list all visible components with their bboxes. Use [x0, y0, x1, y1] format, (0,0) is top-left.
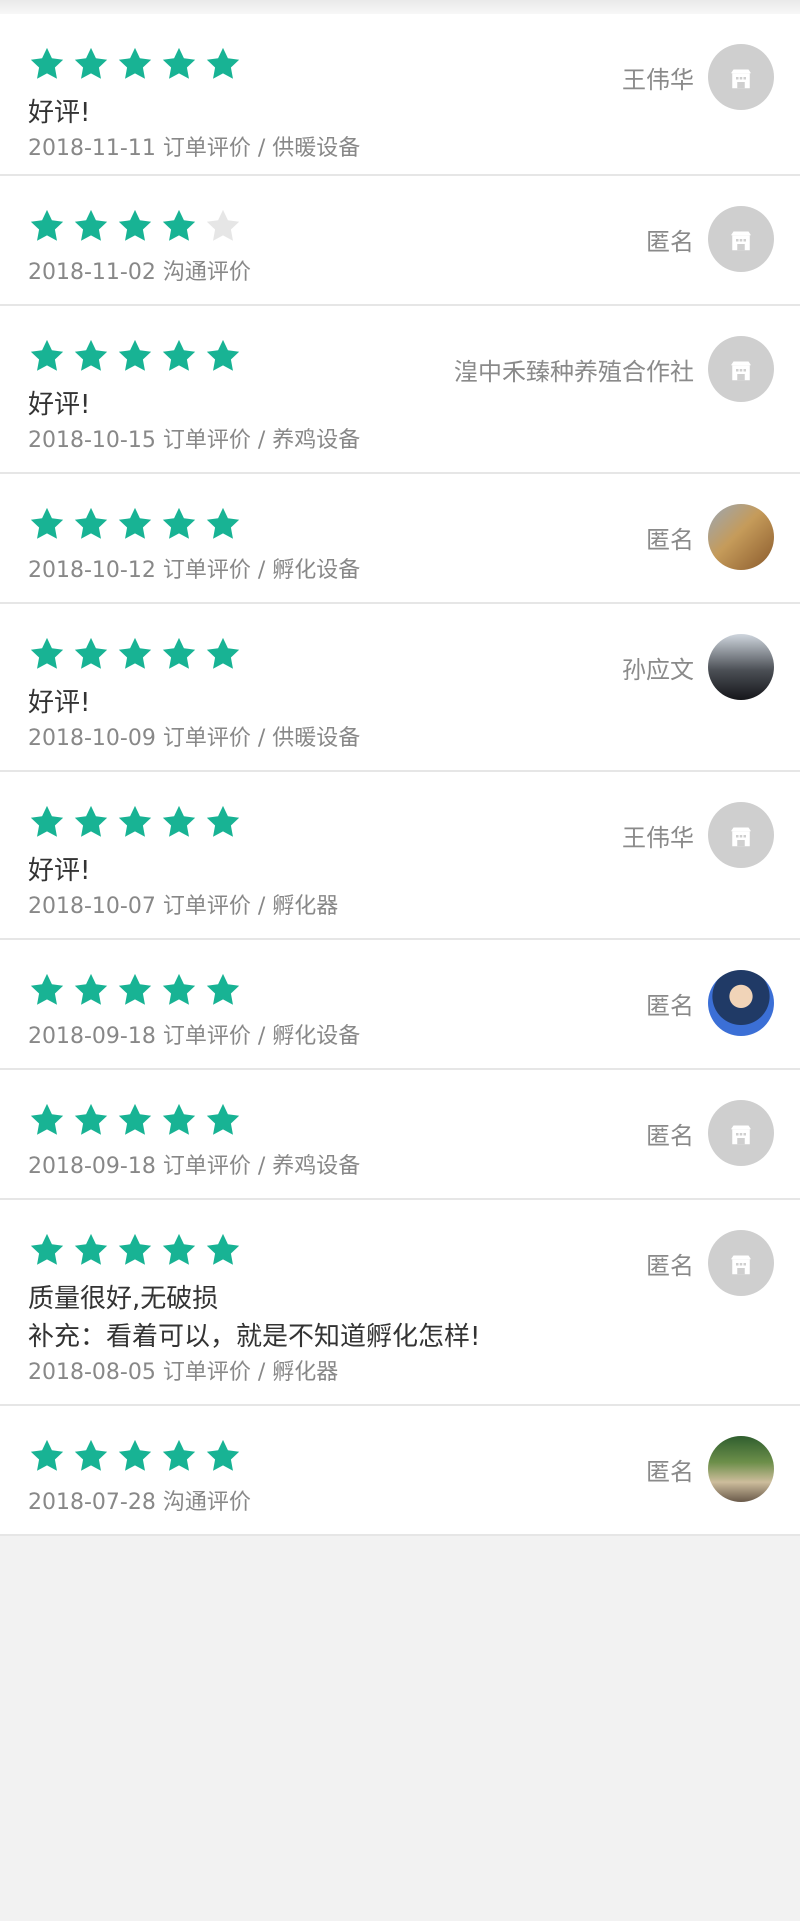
- reviewer-info[interactable]: 匿名: [646, 1436, 774, 1502]
- review-meta: 2018-11-11 订单评价 / 供暖设备: [28, 136, 361, 161]
- star-empty-icon: [204, 207, 242, 245]
- star-filled-icon: [204, 337, 242, 375]
- star-filled-icon: [160, 635, 198, 673]
- star-filled-icon: [28, 803, 66, 841]
- star-filled-icon: [28, 1101, 66, 1139]
- star-filled-icon: [204, 803, 242, 841]
- star-filled-icon: [160, 337, 198, 375]
- reviewer-name[interactable]: 匿名: [646, 986, 694, 1021]
- star-filled-icon: [116, 45, 154, 83]
- star-filled-icon: [72, 635, 110, 673]
- star-filled-icon: [116, 207, 154, 245]
- reviewer-info[interactable]: 匿名: [646, 970, 774, 1036]
- review-item[interactable]: 2018-11-02 沟通评价 匿名: [0, 176, 800, 306]
- star-filled-icon: [72, 1437, 110, 1475]
- placeholder-avatar-icon[interactable]: [708, 1100, 774, 1166]
- star-filled-icon: [204, 1101, 242, 1139]
- avatar[interactable]: [708, 1436, 774, 1502]
- reviewer-name[interactable]: 匿名: [646, 1246, 694, 1281]
- star-filled-icon: [28, 505, 66, 543]
- star-filled-icon: [28, 635, 66, 673]
- star-filled-icon: [72, 1101, 110, 1139]
- review-item[interactable]: 好评! 2018-10-07 订单评价 / 孵化器 王伟华: [0, 772, 800, 940]
- star-filled-icon: [204, 635, 242, 673]
- star-filled-icon: [116, 505, 154, 543]
- star-filled-icon: [72, 803, 110, 841]
- review-item[interactable]: 2018-09-18 订单评价 / 孵化设备 匿名: [0, 940, 800, 1070]
- star-filled-icon: [204, 971, 242, 1009]
- reviewer-name[interactable]: 匿名: [646, 1452, 694, 1487]
- placeholder-avatar-icon[interactable]: [708, 802, 774, 868]
- reviewer-info[interactable]: 孙应文: [622, 634, 774, 700]
- review-list: 好评! 2018-11-11 订单评价 / 供暖设备 王伟华 2018-11-02 沟…: [0, 14, 800, 1536]
- star-filled-icon: [28, 1231, 66, 1269]
- star-filled-icon: [160, 1231, 198, 1269]
- star-filled-icon: [160, 803, 198, 841]
- star-filled-icon: [72, 505, 110, 543]
- reviewer-name[interactable]: 湟中禾臻种养殖合作社: [454, 352, 694, 387]
- reviewer-name[interactable]: 匿名: [646, 1116, 694, 1151]
- review-meta: 2018-08-05 订单评价 / 孵化器: [28, 1360, 339, 1385]
- star-filled-icon: [160, 1101, 198, 1139]
- reviewer-info[interactable]: 王伟华: [622, 802, 774, 868]
- reviewer-name[interactable]: 王伟华: [622, 60, 694, 95]
- reviewer-info[interactable]: 匿名: [646, 206, 774, 272]
- star-filled-icon: [116, 635, 154, 673]
- top-shadow-bar: [0, 0, 800, 14]
- review-meta: 2018-10-07 订单评价 / 孵化器: [28, 894, 339, 919]
- review-item[interactable]: 2018-09-18 订单评价 / 养鸡设备 匿名: [0, 1070, 800, 1200]
- star-filled-icon: [72, 1231, 110, 1269]
- star-filled-icon: [72, 971, 110, 1009]
- review-item[interactable]: 好评! 2018-10-09 订单评价 / 供暖设备 孙应文: [0, 604, 800, 772]
- placeholder-avatar-icon[interactable]: [708, 206, 774, 272]
- star-filled-icon: [204, 1231, 242, 1269]
- star-filled-icon: [160, 207, 198, 245]
- placeholder-avatar-icon[interactable]: [708, 336, 774, 402]
- placeholder-avatar-icon[interactable]: [708, 44, 774, 110]
- reviewer-name[interactable]: 匿名: [646, 520, 694, 555]
- avatar[interactable]: [708, 970, 774, 1036]
- review-item[interactable]: 2018-10-12 订单评价 / 孵化设备 匿名: [0, 474, 800, 604]
- star-filled-icon: [116, 971, 154, 1009]
- star-filled-icon: [204, 45, 242, 83]
- review-text-line: 补充：看着可以，就是不知道孵化怎样!: [28, 1322, 481, 1352]
- reviewer-info[interactable]: 匿名: [646, 1230, 774, 1296]
- star-filled-icon: [204, 505, 242, 543]
- reviewer-info[interactable]: 匿名: [646, 504, 774, 570]
- star-filled-icon: [160, 1437, 198, 1475]
- star-filled-icon: [116, 1437, 154, 1475]
- star-filled-icon: [72, 207, 110, 245]
- review-meta: 2018-10-15 订单评价 / 养鸡设备: [28, 428, 361, 453]
- review-item[interactable]: 好评! 2018-10-15 订单评价 / 养鸡设备 湟中禾臻种养殖合作社: [0, 306, 800, 474]
- star-filled-icon: [116, 337, 154, 375]
- star-filled-icon: [72, 45, 110, 83]
- avatar[interactable]: [708, 504, 774, 570]
- star-filled-icon: [72, 337, 110, 375]
- reviewer-name[interactable]: 王伟华: [622, 818, 694, 853]
- star-filled-icon: [28, 971, 66, 1009]
- reviewer-name[interactable]: 孙应文: [622, 650, 694, 685]
- reviewer-name[interactable]: 匿名: [646, 222, 694, 257]
- star-filled-icon: [116, 1231, 154, 1269]
- review-item[interactable]: 质量很好,无破损 补充：看着可以，就是不知道孵化怎样! 2018-08-05 订单评…: [0, 1200, 800, 1406]
- reviewer-info[interactable]: 匿名: [646, 1100, 774, 1166]
- star-filled-icon: [116, 1101, 154, 1139]
- star-filled-icon: [28, 207, 66, 245]
- star-filled-icon: [28, 337, 66, 375]
- reviewer-info[interactable]: 王伟华: [622, 44, 774, 110]
- star-filled-icon: [160, 971, 198, 1009]
- review-meta: 2018-10-09 订单评价 / 供暖设备: [28, 726, 361, 751]
- review-item[interactable]: 好评! 2018-11-11 订单评价 / 供暖设备 王伟华: [0, 14, 800, 176]
- star-filled-icon: [204, 1437, 242, 1475]
- star-filled-icon: [160, 45, 198, 83]
- placeholder-avatar-icon[interactable]: [708, 1230, 774, 1296]
- star-filled-icon: [28, 1437, 66, 1475]
- review-item[interactable]: 2018-07-28 沟通评价 匿名: [0, 1406, 800, 1536]
- star-filled-icon: [116, 803, 154, 841]
- reviewer-info[interactable]: 湟中禾臻种养殖合作社: [454, 336, 774, 402]
- avatar[interactable]: [708, 634, 774, 700]
- star-filled-icon: [160, 505, 198, 543]
- star-filled-icon: [28, 45, 66, 83]
